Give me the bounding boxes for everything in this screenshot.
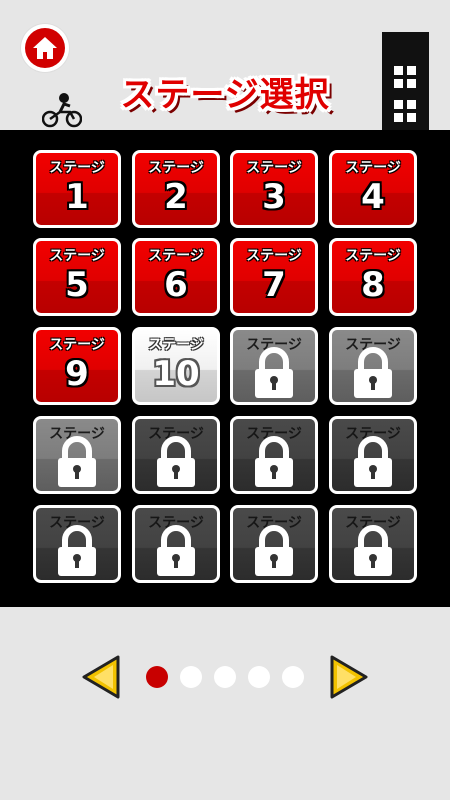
stage-tile-19: ステージ <box>230 505 318 583</box>
header: ステージ選択 <box>0 0 450 130</box>
stage-number: 9 <box>65 354 89 394</box>
arrow-left-icon[interactable] <box>80 654 120 700</box>
stage-tile-16: ステージ <box>329 416 417 494</box>
stage-label: ステージ <box>246 160 302 176</box>
stage-tile-2[interactable]: ステージ 2 <box>132 150 220 228</box>
footer <box>0 607 450 800</box>
stage-number: 1 <box>65 177 89 217</box>
stage-tile-18: ステージ <box>132 505 220 583</box>
stage-number: 4 <box>361 177 385 217</box>
stage-tile-17: ステージ <box>33 505 121 583</box>
stage-tile-6[interactable]: ステージ 6 <box>132 238 220 316</box>
lock-icon <box>252 435 296 489</box>
stage-tile-20: ステージ <box>329 505 417 583</box>
page-dot-3[interactable] <box>214 666 236 688</box>
stage-label: ステージ <box>148 248 204 264</box>
lock-icon <box>351 346 395 400</box>
stage-number: 5 <box>65 265 89 305</box>
building-icon <box>382 32 429 130</box>
stage-tile-14: ステージ <box>132 416 220 494</box>
stage-number: 8 <box>361 265 385 305</box>
stage-tile-11: ステージ <box>230 327 318 405</box>
stage-number: 10 <box>152 354 200 394</box>
stage-number: 2 <box>164 177 188 217</box>
home-icon <box>25 28 65 68</box>
lock-icon <box>252 524 296 578</box>
lock-icon <box>55 524 99 578</box>
stage-label: ステージ <box>345 248 401 264</box>
page-title-text: ステージ選択 <box>120 74 330 115</box>
stage-tile-7[interactable]: ステージ 7 <box>230 238 318 316</box>
lock-icon <box>351 524 395 578</box>
stage-tile-5[interactable]: ステージ 5 <box>33 238 121 316</box>
lock-icon <box>351 435 395 489</box>
stage-label: ステージ <box>148 337 204 353</box>
page-title: ステージ選択 <box>98 64 352 118</box>
stage-tile-10[interactable]: ステージ 10 <box>132 327 220 405</box>
stage-tile-9[interactable]: ステージ 9 <box>33 327 121 405</box>
stage-label: ステージ <box>246 248 302 264</box>
stage-label: ステージ <box>49 160 105 176</box>
stage-tile-12: ステージ <box>329 327 417 405</box>
page-dot-2[interactable] <box>180 666 202 688</box>
stage-tile-4[interactable]: ステージ 4 <box>329 150 417 228</box>
stage-tile-1[interactable]: ステージ 1 <box>33 150 121 228</box>
stage-label: ステージ <box>148 160 204 176</box>
lock-icon <box>154 524 198 578</box>
home-button[interactable] <box>21 24 69 72</box>
page-dot-1[interactable] <box>146 666 168 688</box>
page-dot-4[interactable] <box>248 666 270 688</box>
arrow-right-icon[interactable] <box>330 654 370 700</box>
lock-icon <box>154 435 198 489</box>
lock-icon <box>252 346 296 400</box>
stage-number: 7 <box>262 265 286 305</box>
bike-rider-icon <box>42 93 82 128</box>
stage-tile-13: ステージ <box>33 416 121 494</box>
stage-tile-15: ステージ <box>230 416 318 494</box>
page-dot-5[interactable] <box>282 666 304 688</box>
stage-number: 3 <box>262 177 286 217</box>
stage-label: ステージ <box>345 160 401 176</box>
stage-label: ステージ <box>49 248 105 264</box>
stage-tile-8[interactable]: ステージ 8 <box>329 238 417 316</box>
stage-label: ステージ <box>49 337 105 353</box>
stage-number: 6 <box>164 265 188 305</box>
lock-icon <box>55 435 99 489</box>
stage-tile-3[interactable]: ステージ 3 <box>230 150 318 228</box>
